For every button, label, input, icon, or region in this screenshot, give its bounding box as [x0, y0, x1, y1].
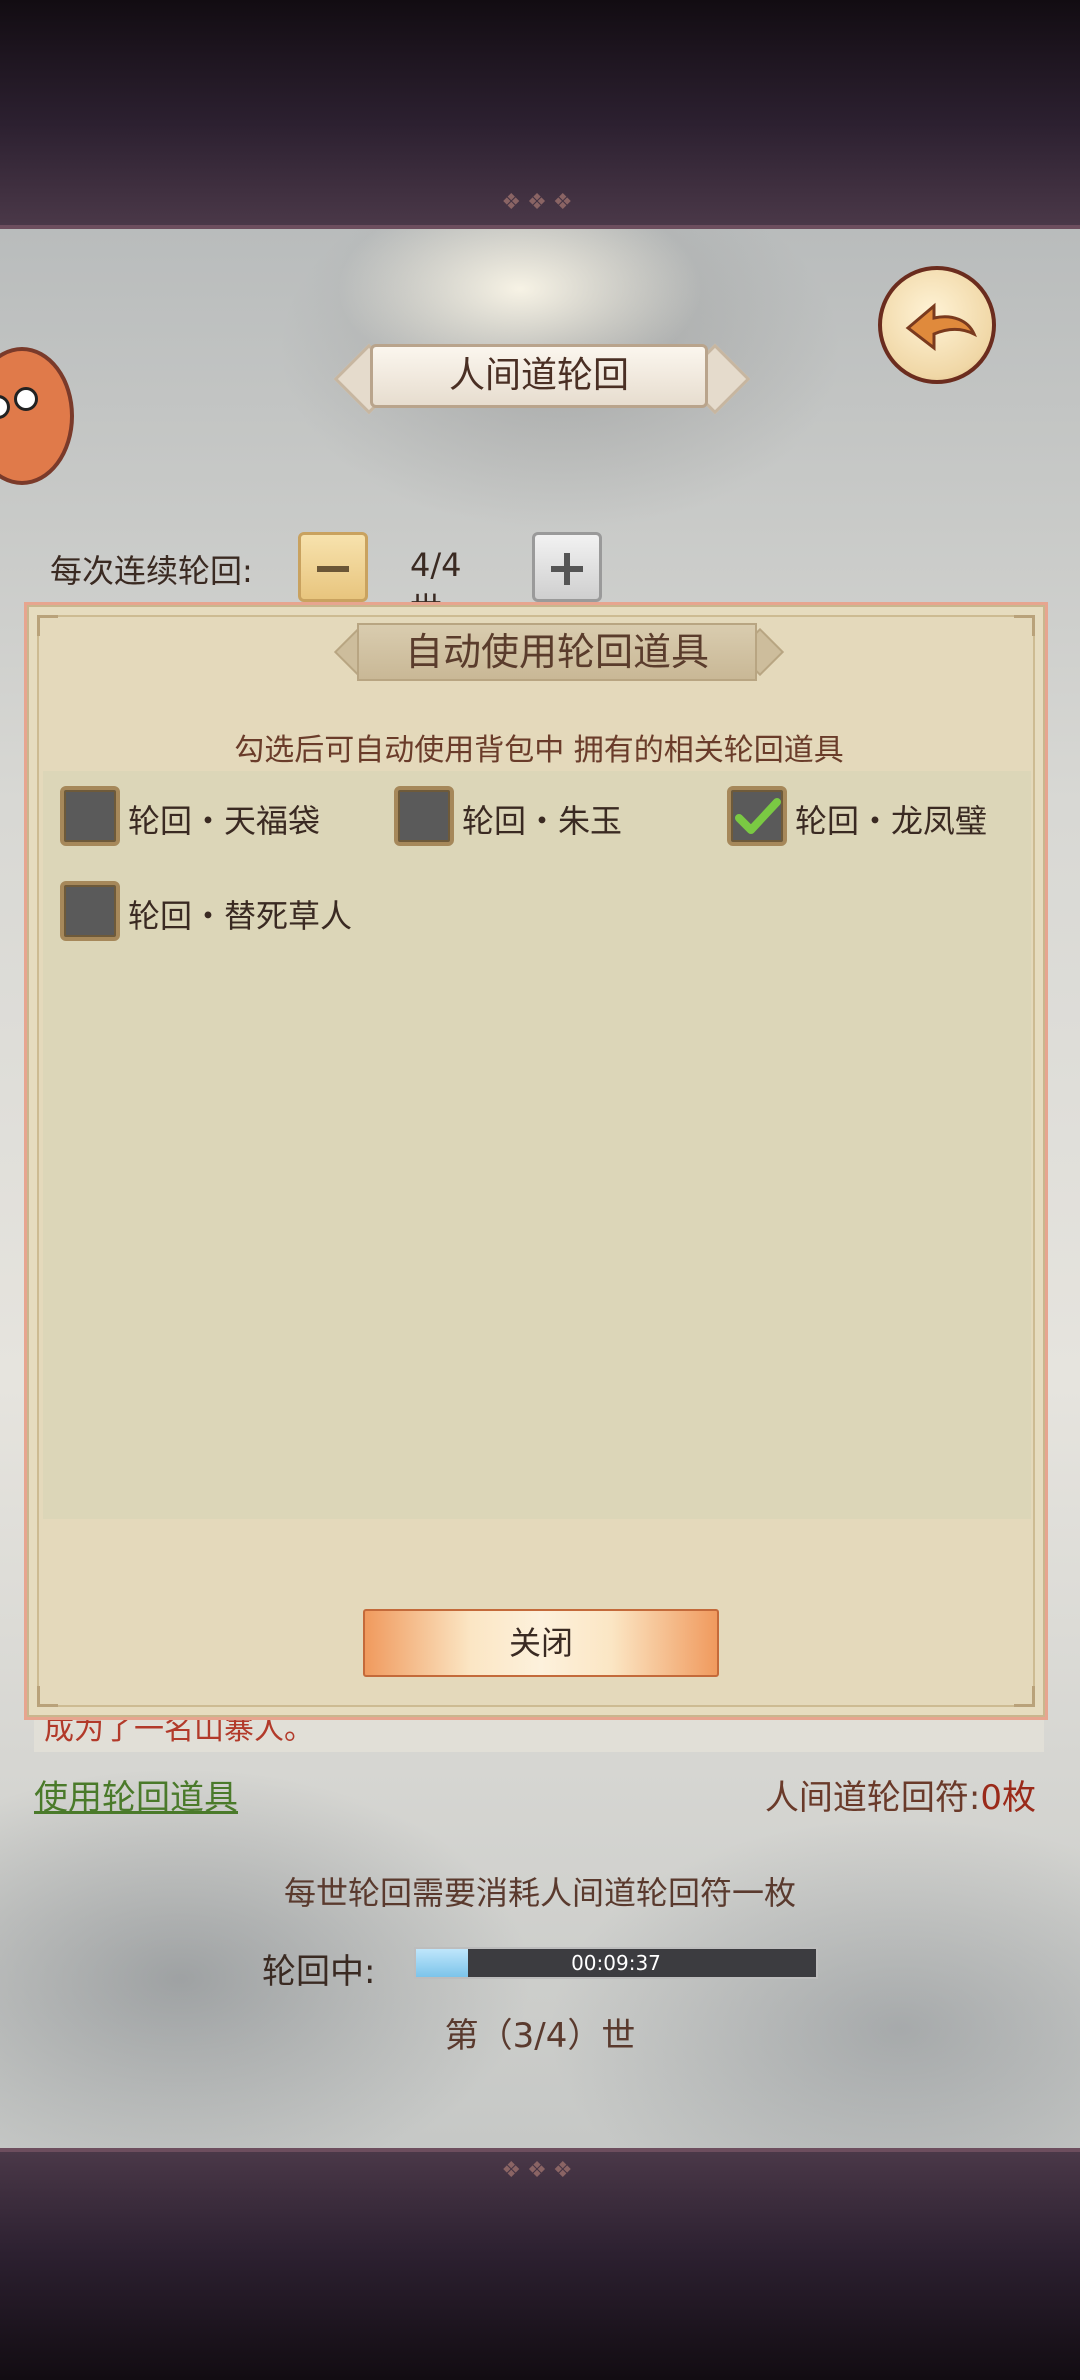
- checkbox[interactable]: [60, 881, 120, 941]
- checkbox[interactable]: [394, 786, 454, 846]
- checkbox[interactable]: [60, 786, 120, 846]
- item-label: 轮回・朱玉: [462, 802, 623, 840]
- top-bar: ❖❖❖: [0, 0, 1080, 229]
- corner-deco: [1014, 1686, 1035, 1707]
- top-ornament: ❖❖❖: [501, 190, 579, 215]
- back-arrow-icon: [905, 302, 977, 352]
- title-plate: 人间道轮回: [330, 340, 751, 415]
- item-list-area: [43, 771, 1031, 1519]
- close-button-label: 关闭: [508, 1624, 573, 1662]
- bottom-ornament: ❖❖❖: [501, 2158, 579, 2183]
- dialog-header: 自动使用轮回道具: [327, 623, 787, 683]
- generation-counter: 第（3/4）世: [444, 2016, 636, 2056]
- cost-description: 每世轮回需要消耗人间道轮回符一枚: [283, 1874, 796, 1912]
- increase-button[interactable]: [532, 532, 602, 602]
- bottom-bar: ❖❖❖: [0, 2148, 1080, 2380]
- corner-deco: [1014, 615, 1035, 636]
- minus-icon: [317, 566, 349, 572]
- loop-label: 每次连续轮回:: [50, 552, 253, 590]
- fu-label-text: 人间道轮回符:: [764, 1778, 981, 1818]
- use-items-link[interactable]: 使用轮回道具: [34, 1770, 238, 1819]
- checkmark-icon: [735, 798, 781, 834]
- item-label: 轮回・天福袋: [128, 802, 321, 840]
- mascot-eye-icon: [0, 395, 10, 419]
- corner-deco: [37, 615, 58, 636]
- page-title: 人间道轮回: [448, 355, 629, 396]
- back-button[interactable]: [878, 266, 996, 384]
- mascot-avatar[interactable]: [0, 347, 74, 485]
- fu-count-label: 人间道轮回符:0枚: [765, 1770, 1036, 1819]
- progress-bar: 00:09:37: [414, 1947, 818, 1979]
- decrease-button[interactable]: [298, 532, 368, 602]
- item-label: 轮回・龙凤璧: [795, 802, 988, 840]
- item-label: 轮回・替死草人: [128, 897, 353, 935]
- close-button[interactable]: 关闭: [363, 1609, 719, 1677]
- dialog-description: 勾选后可自动使用背包中 拥有的相关轮回道具: [234, 733, 844, 768]
- checkbox-checked[interactable]: [727, 786, 787, 846]
- fu-count-value: 0枚: [980, 1778, 1036, 1818]
- corner-deco: [37, 1686, 58, 1707]
- dialog-title: 自动使用轮回道具: [404, 630, 709, 674]
- mascot-eye-icon: [14, 387, 38, 411]
- progress-label: 轮回中:: [262, 1952, 376, 1992]
- progress-time: 00:09:37: [571, 1951, 661, 1975]
- auto-use-items-dialog: 自动使用轮回道具 勾选后可自动使用背包中 拥有的相关轮回道具 轮回・天福袋 轮回…: [24, 602, 1048, 1720]
